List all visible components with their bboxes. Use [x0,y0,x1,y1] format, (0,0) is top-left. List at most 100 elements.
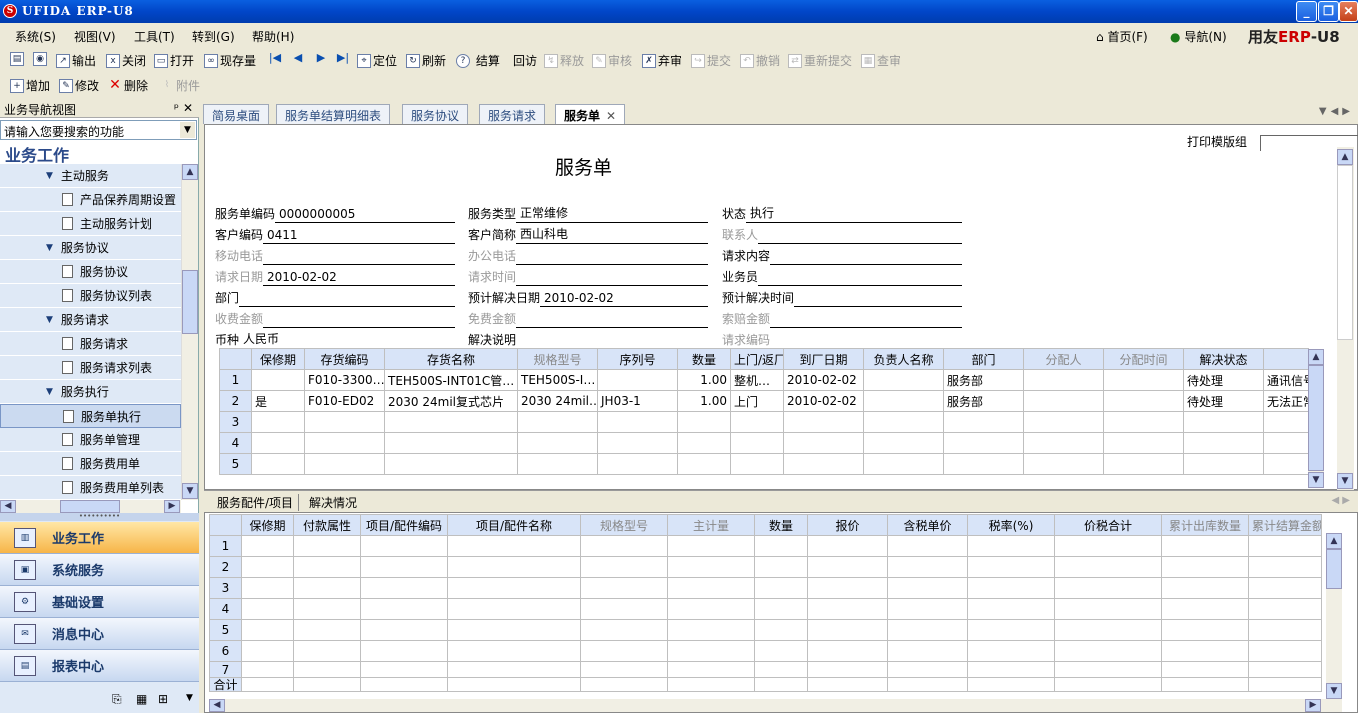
table-cell[interactable] [580,619,668,641]
field-value[interactable] [794,289,962,307]
table-cell[interactable] [1054,619,1162,641]
pin-icon[interactable]: ᵖ [174,101,179,115]
chevron-down-icon[interactable]: ▼ [180,122,195,138]
table-cell[interactable] [447,598,581,620]
table-row[interactable]: 4 [219,432,1309,454]
scroll-down-icon[interactable]: ▼ [1326,683,1342,699]
column-header[interactable]: 项目/配件名称 [447,514,581,536]
table-cell[interactable] [967,661,1055,678]
table-cell[interactable] [677,432,731,454]
tab-parts-items[interactable]: 服务配件/项目 [212,494,300,511]
nav-vertical-scrollbar[interactable]: ▲ ▼ [181,164,198,500]
expand-triangle-icon[interactable]: ▼ [46,387,53,397]
table-cell[interactable] [1054,598,1162,620]
table-cell[interactable] [887,598,968,620]
field-value[interactable]: 执行 [746,205,962,223]
navigate-link[interactable]: ● 导航(N) [1170,28,1227,45]
outlook-basic[interactable]: ⚙ 基础设置 [0,586,199,618]
table-cell[interactable] [667,598,755,620]
last-record-button[interactable]: ▶| [336,52,352,66]
table-cell[interactable] [863,369,944,391]
outlook-message[interactable]: ✉ 消息中心 [0,618,199,650]
field-value[interactable] [239,289,455,307]
table-cell[interactable] [1103,369,1184,391]
table-cell[interactable] [360,577,448,599]
tab-resolution[interactable]: 解决情况 [304,494,362,511]
scroll-thumb[interactable] [182,270,198,334]
table-cell[interactable] [384,453,518,475]
table-cell[interactable] [667,661,755,678]
table-cell[interactable] [517,432,598,454]
column-header[interactable]: 存货编码 [304,348,385,370]
table-cell[interactable] [1161,640,1249,662]
add-button[interactable]: + 增加 [10,77,50,94]
table-cell[interactable] [1161,577,1249,599]
table-cell[interactable] [967,598,1055,620]
scroll-down-icon[interactable]: ▼ [1337,473,1353,489]
table-cell[interactable] [447,640,581,662]
table-cell[interactable] [360,535,448,557]
table-cell[interactable]: 整机… [730,369,784,391]
table-cell[interactable] [1023,411,1104,433]
nav-tree-group[interactable]: ▼ 主动服务 [0,164,181,188]
menu-system[interactable]: 系统(S) [15,28,56,45]
field-value[interactable]: 2010-02-02 [263,268,455,286]
table-cell[interactable] [447,577,581,599]
table-cell[interactable]: F010-ED02 [304,390,385,412]
table-cell[interactable] [580,556,668,578]
table-cell[interactable]: F010-3300… [304,369,385,391]
table-cell[interactable]: JH03-1 [597,390,678,412]
scroll-up-icon[interactable]: ▲ [182,164,198,180]
nav-tree-group[interactable]: ▼ 服务协议 [0,236,181,260]
table-cell[interactable] [1161,556,1249,578]
prev-record-button[interactable]: ◀ [291,52,307,66]
edit-button[interactable]: ✎ 修改 [59,77,99,94]
table-cell[interactable] [304,432,385,454]
table-cell[interactable] [1054,577,1162,599]
table-cell[interactable] [967,619,1055,641]
table-cell[interactable] [677,453,731,475]
column-header[interactable]: 价税合计 [1054,514,1162,536]
table-cell[interactable] [241,556,294,578]
field-value[interactable] [516,331,708,349]
field-value[interactable] [516,310,708,328]
column-header[interactable]: 上门/返厂 [730,348,784,370]
table-cell[interactable] [943,411,1024,433]
table-cell[interactable] [251,432,305,454]
field-value[interactable]: 人民币 [239,331,455,349]
nav-tree-item[interactable]: 产品保养周期设置 [0,188,181,212]
column-header[interactable]: 主计量 [667,514,755,536]
table-cell[interactable] [667,556,755,578]
column-header[interactable]: 数量 [677,348,731,370]
column-header[interactable]: 解决状态 [1183,348,1264,370]
export-button[interactable]: ↗ 输出 [56,52,96,69]
nav-tree-item[interactable]: 服务单执行 [0,404,181,428]
audit-button[interactable]: ✎ 审核 [592,52,632,69]
menu-help[interactable]: 帮助(H) [252,28,294,45]
table-cell[interactable] [754,661,808,678]
table-cell[interactable]: 无法正常 [1263,390,1309,412]
table-cell[interactable]: 2030 24mil复式芯片 [384,390,518,412]
table-cell[interactable] [967,640,1055,662]
field-value[interactable] [770,331,962,349]
shortcut-icon[interactable]: ⎘ [112,692,122,707]
release-button[interactable]: ↯ 释放 [544,52,584,69]
scroll-thumb[interactable] [1337,165,1353,340]
table-row[interactable]: 4 [209,598,1322,620]
locate-button[interactable]: ⌖ 定位 [357,52,397,69]
table-cell[interactable] [667,640,755,662]
table-cell[interactable] [1103,453,1184,475]
table-row[interactable]: 2 [209,556,1322,578]
table-row[interactable]: 3 [219,411,1309,433]
table-cell[interactable] [1103,411,1184,433]
table-cell[interactable] [754,535,808,557]
table-cell[interactable] [783,432,864,454]
table-cell[interactable] [807,640,888,662]
field-value[interactable]: 0411 [263,226,455,244]
table-cell[interactable] [251,369,305,391]
table-cell[interactable] [1248,640,1322,662]
table-cell[interactable] [1248,619,1322,641]
scroll-down-icon[interactable]: ▼ [1308,472,1324,488]
table-cell[interactable] [754,556,808,578]
table-cell[interactable] [360,598,448,620]
